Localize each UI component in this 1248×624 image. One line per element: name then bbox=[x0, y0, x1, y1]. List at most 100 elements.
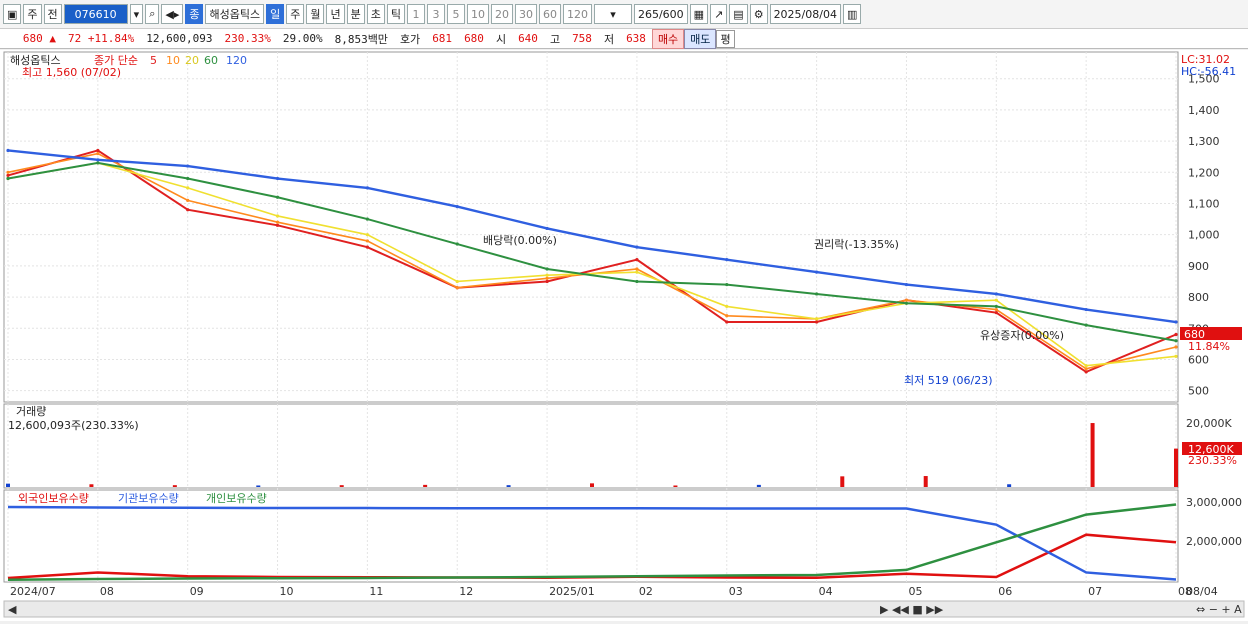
ma-legend-10: 10 bbox=[166, 54, 180, 67]
volume-bar bbox=[506, 485, 511, 487]
gear-icon[interactable]: ⚙ bbox=[749, 4, 768, 24]
volume-bar bbox=[673, 485, 678, 487]
scroll-left-icon[interactable]: ◀ bbox=[8, 603, 17, 616]
ma-point-120 bbox=[96, 158, 100, 162]
ma-point-60 bbox=[455, 242, 459, 246]
chart-svg[interactable]: 5006007008009001,0001,1001,2001,3001,400… bbox=[0, 50, 1248, 621]
ma-point-10 bbox=[635, 267, 639, 271]
tab-minute[interactable]: 분 bbox=[346, 4, 365, 24]
interval-20[interactable]: 20 bbox=[490, 4, 513, 24]
ma-point-120 bbox=[1174, 320, 1178, 324]
ma-point-5 bbox=[994, 311, 998, 315]
volume-bar bbox=[923, 476, 928, 487]
avg-button[interactable]: 평 bbox=[716, 29, 735, 48]
layout-icon[interactable]: ▣ bbox=[3, 4, 22, 24]
calendar-icon[interactable]: ▥ bbox=[842, 4, 862, 24]
ma-point-10 bbox=[275, 220, 280, 224]
tab-week[interactable]: 주 bbox=[286, 4, 305, 24]
zoom-controls-icon[interactable]: ⇔ − + A bbox=[1196, 603, 1242, 616]
ma-point-120 bbox=[815, 270, 819, 274]
ma-point-120 bbox=[186, 164, 190, 168]
ma-point-5 bbox=[1084, 370, 1088, 374]
interval-5[interactable]: 5 bbox=[446, 4, 465, 24]
interval-60[interactable]: 60 bbox=[538, 4, 561, 24]
tab-year[interactable]: 년 bbox=[326, 4, 345, 24]
ma-point-120 bbox=[365, 186, 369, 190]
high-label: 고 bbox=[549, 32, 561, 46]
volume-ratio: 230.33% bbox=[224, 32, 271, 45]
x-tick-label: 05 bbox=[908, 585, 922, 598]
draw-icon[interactable]: ↗ bbox=[710, 4, 728, 24]
volume-bar bbox=[756, 484, 761, 487]
buy-button[interactable]: 매수 bbox=[651, 28, 685, 49]
event-rights: 권리락(-13.35%) bbox=[814, 238, 899, 251]
stock-code-input[interactable]: 076610 bbox=[63, 4, 128, 24]
x-tick-label: 12 bbox=[459, 585, 473, 598]
search-icon[interactable]: ⌕ bbox=[145, 4, 160, 24]
quote-bar: 680 ▲ 72 +11.84% 12,600,093 230.33% 29.0… bbox=[0, 28, 1248, 49]
interval-1[interactable]: 1 bbox=[406, 4, 425, 24]
y-tick-label: 1,300 bbox=[1188, 135, 1220, 148]
scrollbar[interactable] bbox=[3, 600, 1245, 618]
sell-button[interactable]: 매도 bbox=[684, 28, 717, 49]
period-select[interactable]: 주 bbox=[23, 4, 42, 24]
ma-point-60 bbox=[994, 304, 998, 309]
ma-point-20 bbox=[545, 273, 549, 277]
chart-tools-icon[interactable]: ▦ bbox=[689, 4, 709, 24]
ma-point-120 bbox=[904, 282, 909, 287]
tab-second[interactable]: 초 bbox=[366, 4, 385, 24]
high-price: 758 bbox=[572, 32, 592, 45]
holding-ylabel-2m: 2,000,000 bbox=[1186, 535, 1242, 548]
count-max: /600 bbox=[658, 7, 684, 21]
last-pct-label: 11.84% bbox=[1188, 340, 1230, 353]
volume-title: 거래량 bbox=[16, 405, 46, 418]
ma-point-20 bbox=[815, 317, 819, 321]
interval-30[interactable]: 30 bbox=[514, 4, 537, 24]
interval-120[interactable]: 120 bbox=[562, 4, 592, 24]
open-label: 시 bbox=[495, 32, 507, 46]
ma-point-60 bbox=[96, 161, 100, 165]
x-tick-label: 09 bbox=[190, 585, 204, 598]
save-icon[interactable]: ▤ bbox=[729, 4, 748, 24]
play-controls-icon[interactable]: ▶ ◀◀ ■ ▶▶ bbox=[880, 603, 944, 616]
price-panel bbox=[3, 51, 1179, 403]
ma-point-60 bbox=[6, 176, 10, 181]
holding-ylabel-3m: 3,000,000 bbox=[1186, 496, 1242, 509]
y-tick-label: 600 bbox=[1188, 353, 1209, 366]
trade-amount: 8,853백만 bbox=[334, 32, 388, 46]
x-tick-label: 02 bbox=[639, 585, 653, 598]
interval-3[interactable]: 3 bbox=[426, 4, 445, 24]
volume-bar bbox=[1090, 423, 1095, 487]
ma-point-120 bbox=[1084, 307, 1088, 312]
y-tick-label: 1,400 bbox=[1188, 104, 1220, 117]
ma-point-10 bbox=[186, 198, 190, 202]
volume-bar bbox=[840, 476, 845, 487]
price-change: 72 +11.84% bbox=[68, 32, 135, 45]
tab-month[interactable]: 월 bbox=[306, 4, 325, 24]
x-tick-label: 11 bbox=[369, 585, 383, 598]
prev-button[interactable]: 전 bbox=[43, 4, 62, 24]
ma-point-60 bbox=[545, 267, 549, 271]
ma-point-5 bbox=[635, 258, 639, 262]
ma-point-20 bbox=[1174, 354, 1178, 358]
ma-point-120 bbox=[545, 226, 549, 231]
chart-area: 5006007008009001,0001,1001,2001,3001,400… bbox=[0, 50, 1248, 621]
date-input[interactable]: 2025/08/04 bbox=[769, 4, 841, 24]
interval-dropdown[interactable]: ▾ bbox=[593, 4, 632, 24]
sound-icon[interactable]: ◀▸ bbox=[161, 4, 184, 24]
bid-price: 680 bbox=[464, 32, 484, 45]
ma-point-60 bbox=[186, 176, 190, 181]
chevron-down-icon[interactable]: ▾ bbox=[129, 4, 144, 24]
low-price: 638 bbox=[626, 32, 646, 45]
tab-day[interactable]: 일 bbox=[266, 4, 285, 24]
ma-point-5 bbox=[96, 148, 100, 153]
ma-point-5 bbox=[815, 320, 819, 324]
legend-institution: 기관보유수량 bbox=[118, 492, 179, 505]
ma-point-5 bbox=[725, 320, 729, 324]
tab-tick[interactable]: 틱 bbox=[386, 4, 405, 24]
interval-10[interactable]: 10 bbox=[466, 4, 489, 24]
y-tick-label: 800 bbox=[1188, 291, 1209, 304]
y-tick-label: 900 bbox=[1188, 260, 1209, 273]
count-input[interactable]: 265/600 bbox=[633, 4, 688, 24]
volume-bar bbox=[1007, 484, 1012, 487]
